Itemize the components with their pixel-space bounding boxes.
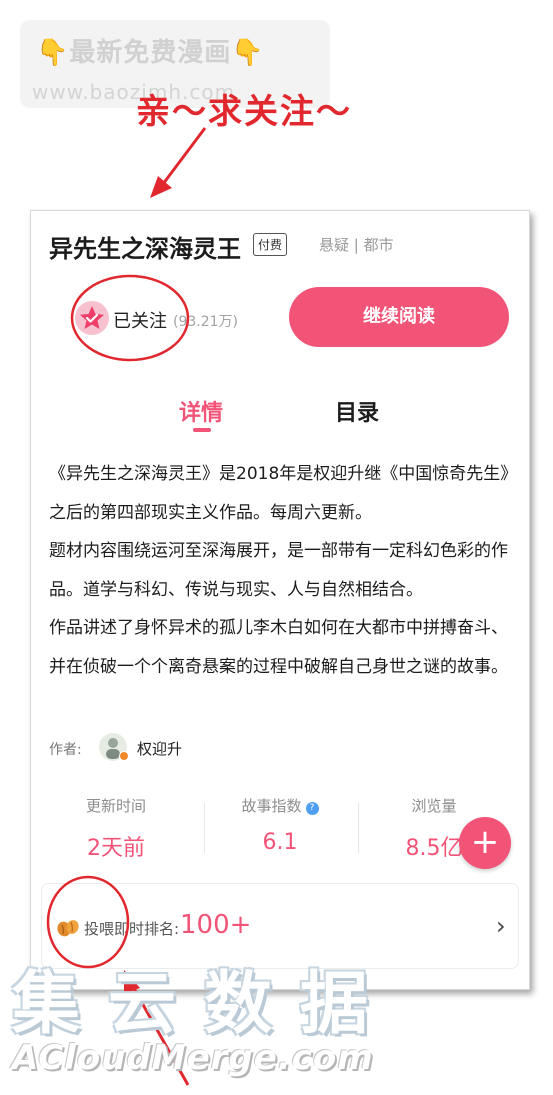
feed-beans-icon (57, 920, 79, 937)
comic-description: 《异先生之深海灵王》是2018年是权迎升继《中国惊奇先生》之后的第四部现实主义作… (49, 455, 519, 686)
pointing-hand-icon: 👇 (231, 38, 265, 68)
rank-value: 100+ (180, 910, 252, 940)
description-paragraph: 题材内容围绕运河至深海展开，是一部带有一定科幻色彩的作品。道学与科幻、传说与现实… (49, 541, 508, 600)
tab-detail[interactable]: 详情 (179, 395, 223, 427)
stat-story-index: 故事指数? 6.1 (205, 795, 355, 855)
follow-count: (93.21万) (173, 314, 239, 330)
comic-detail-card: 异先生之深海灵王 付费 悬疑 | 都市 已关注 (93.21万) 继续阅读 详情… (30, 210, 530, 990)
star-check-icon[interactable] (75, 301, 109, 335)
plus-icon[interactable]: + (459, 817, 511, 869)
description-paragraph: 《异先生之深海灵王》是2018年是权迎升继《中国惊奇先生》之后的第四部现实主义作… (49, 464, 518, 523)
stat-label: 浏览量 (411, 797, 457, 815)
watermark-top-text: 最新免费漫画 (69, 38, 232, 68)
description-paragraph: 作品讲述了身怀异术的孤儿李木白如何在大都市中拼搏奋斗、并在侦破一个个离奇悬案的过… (49, 618, 508, 677)
watermark-bottom: 集云数据 ACloudMerge.com (8, 948, 548, 1088)
comic-title: 异先生之深海灵王 (49, 235, 241, 263)
follow-status[interactable]: 已关注 (113, 307, 167, 333)
chevron-right-icon[interactable]: › (496, 912, 506, 940)
author-name[interactable]: 权迎升 (137, 738, 182, 759)
paid-badge: 付费 (253, 233, 288, 256)
page: 👇最新免费漫画👇 www.baozimh.com 亲～求关注～ 异先生之深海灵王… (0, 0, 553, 1095)
stat-label: 更新时间 (85, 797, 146, 815)
author-label: 作者: (49, 742, 82, 758)
watermark-bottom-cn: 集云数据 (12, 965, 397, 1044)
watermark-bottom-en: ACloudMerge.com (12, 1038, 374, 1078)
verified-badge-icon (119, 751, 129, 761)
tab-toc[interactable]: 目录 (335, 395, 379, 427)
pointing-hand-icon: 👇 (36, 38, 70, 68)
stat-update-time: 更新时间 2天前 (41, 795, 191, 862)
annotation-plea-text: 亲～求关注～ (136, 92, 352, 132)
stat-label: 故事指数 (241, 797, 302, 815)
arrow-icon (150, 127, 207, 198)
rank-label: 投喂即时排名: (84, 920, 180, 938)
tab-active-indicator (193, 428, 211, 432)
stat-value: 2天前 (87, 836, 145, 861)
genre-tags: 悬疑 | 都市 (319, 236, 394, 254)
stat-value: 6.1 (262, 830, 298, 855)
continue-reading-button[interactable]: 继续阅读 (289, 287, 509, 347)
help-icon[interactable]: ? (305, 802, 319, 815)
